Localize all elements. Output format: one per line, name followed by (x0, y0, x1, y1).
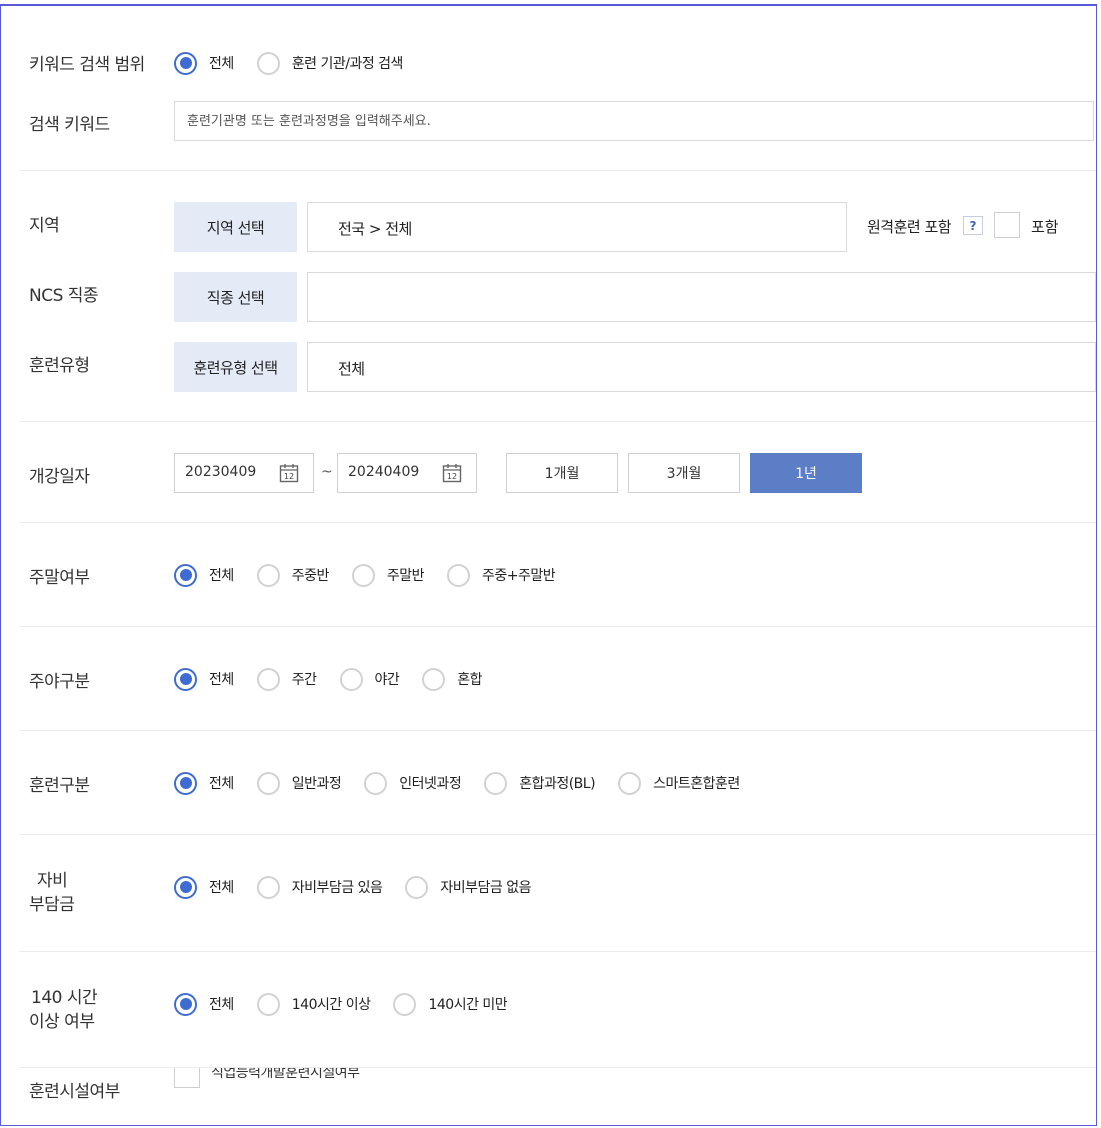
radio-circle (484, 771, 508, 795)
region-value-box: 전국 > 전체 (307, 202, 847, 252)
radio-circle (256, 771, 280, 795)
divider (19, 522, 1096, 523)
region-value: 전국 > 전체 (338, 220, 412, 238)
radio-circle (422, 667, 446, 691)
training-type-value-box: 전체 (307, 342, 1096, 392)
radio-training-class-blended[interactable]: 혼합과정(BL) (484, 771, 596, 795)
start-date-from-value: 20230409 (185, 464, 257, 480)
hours140-label-line1: 140 시간 (31, 988, 98, 1008)
radio-training-class-internet[interactable]: 인터넷과정 (364, 771, 462, 795)
training-class-radio-group: 전체 일반과정 인터넷과정 혼합과정(BL) 스마트혼합훈련 (174, 769, 763, 797)
weekend-radio-group: 전체 주중반 주말반 주중+주말반 (174, 561, 578, 589)
ncs-select-button[interactable]: 직종 선택 (174, 272, 297, 322)
radio-circle (351, 563, 375, 587)
radio-day-night-day[interactable]: 주간 (256, 667, 317, 691)
radio-hours140-under[interactable]: 140시간 미만 (393, 992, 508, 1016)
radio-circle (174, 563, 197, 587)
remote-include-label: 포함 (1031, 218, 1059, 236)
calendar-day: 12 (284, 472, 294, 481)
radio-circle (174, 992, 197, 1016)
radio-circle (174, 875, 197, 899)
day-night-radio-group: 전체 주간 야간 혼합 (174, 665, 505, 693)
calendar-day: 12 (447, 472, 457, 481)
radio-keyword-scope-all[interactable]: 전체 (174, 51, 234, 75)
radio-circle (364, 771, 388, 795)
date-separator: ~ (321, 464, 333, 480)
remote-training-label: 원격훈련 포함 (867, 218, 952, 236)
training-class-label: 훈련구분 (29, 776, 90, 796)
radio-training-class-general[interactable]: 일반과정 (256, 771, 342, 795)
search-filter-panel: 키워드 검색 범위 전체 훈련 기관/과정 검색 검색 키워드 지역 지역 선택… (0, 4, 1097, 1126)
keyword-scope-label: 키워드 검색 범위 (29, 55, 145, 75)
radio-day-night-mixed[interactable]: 혼합 (422, 667, 483, 691)
keyword-label: 검색 키워드 (29, 115, 110, 135)
radio-circle (256, 667, 280, 691)
self-pay-radio-group: 전체 자비부담금 있음 자비부담금 없음 (174, 873, 554, 901)
training-type-value: 전체 (338, 360, 365, 378)
keyword-scope-radio-group: 전체 훈련 기관/과정 검색 (174, 49, 426, 77)
ncs-value-box (307, 272, 1096, 322)
period-1-year-button[interactable]: 1년 (750, 453, 862, 493)
start-date-from-input[interactable]: 20230409 12 (174, 453, 314, 493)
divider (19, 626, 1096, 627)
facility-row: 직업능력개발훈련시설여부 훈련시설여부 (1, 1068, 1096, 1125)
start-date-to-value: 20240409 (348, 464, 420, 480)
radio-hours140-all[interactable]: 전체 (174, 992, 234, 1016)
radio-circle (256, 563, 280, 587)
calendar-icon[interactable]: 12 (279, 463, 299, 483)
radio-circle (618, 771, 642, 795)
divider (19, 730, 1096, 731)
radio-weekend-weekend[interactable]: 주말반 (351, 563, 425, 587)
ncs-label: NCS 직종 (29, 286, 99, 306)
calendar-icon[interactable]: 12 (442, 463, 462, 483)
radio-circle (393, 992, 417, 1016)
period-3-months-button[interactable]: 3개월 (628, 453, 740, 493)
divider (19, 421, 1096, 422)
hours140-label-line2: 이상 여부 (29, 1012, 95, 1032)
start-date-to-input[interactable]: 20240409 12 (337, 453, 477, 493)
self-pay-label-line2: 부담금 (29, 895, 75, 915)
training-type-label: 훈련유형 (29, 356, 90, 376)
region-label: 지역 (29, 216, 60, 236)
training-type-select-button[interactable]: 훈련유형 선택 (174, 342, 297, 392)
radio-circle (447, 563, 471, 587)
radio-day-night-night[interactable]: 야간 (339, 667, 400, 691)
radio-self-pay-no[interactable]: 자비부담금 없음 (405, 875, 532, 899)
facility-label-line2: 훈련시설여부 (29, 1082, 120, 1102)
hours140-radio-group: 전체 140시간 이상 140시간 미만 (174, 990, 530, 1018)
weekend-label: 주말여부 (29, 568, 90, 588)
radio-day-night-all[interactable]: 전체 (174, 667, 234, 691)
radio-hours140-over[interactable]: 140시간 이상 (256, 992, 371, 1016)
radio-weekend-both[interactable]: 주중+주말반 (447, 563, 556, 587)
period-1-month-button[interactable]: 1개월 (506, 453, 618, 493)
radio-circle (174, 771, 197, 795)
radio-weekend-all[interactable]: 전체 (174, 563, 234, 587)
divider (19, 834, 1096, 835)
radio-circle (339, 667, 363, 691)
radio-circle (256, 875, 280, 899)
facility-checkbox-label: 직업능력개발훈련시설여부 (211, 1068, 360, 1081)
radio-training-class-all[interactable]: 전체 (174, 771, 234, 795)
radio-circle (256, 992, 280, 1016)
self-pay-label-line1: 자비 (37, 871, 68, 891)
radio-circle (256, 51, 280, 75)
radio-weekend-weekday[interactable]: 주중반 (256, 563, 329, 587)
day-night-label: 주야구분 (29, 672, 90, 692)
facility-checkbox[interactable] (174, 1068, 200, 1088)
start-date-label: 개강일자 (29, 467, 90, 487)
divider (19, 170, 1096, 171)
radio-keyword-scope-institution-course[interactable]: 훈련 기관/과정 검색 (256, 51, 403, 75)
help-icon[interactable]: ? (963, 216, 983, 235)
divider (19, 951, 1096, 952)
radio-circle (174, 667, 197, 691)
radio-self-pay-yes[interactable]: 자비부담금 있음 (256, 875, 383, 899)
region-select-button[interactable]: 지역 선택 (174, 202, 297, 252)
remote-training-checkbox[interactable] (994, 212, 1020, 238)
radio-training-class-smart-blended[interactable]: 스마트혼합훈련 (618, 771, 740, 795)
keyword-input[interactable] (174, 101, 1094, 141)
radio-circle (174, 51, 197, 75)
radio-self-pay-all[interactable]: 전체 (174, 875, 234, 899)
radio-circle (405, 875, 429, 899)
